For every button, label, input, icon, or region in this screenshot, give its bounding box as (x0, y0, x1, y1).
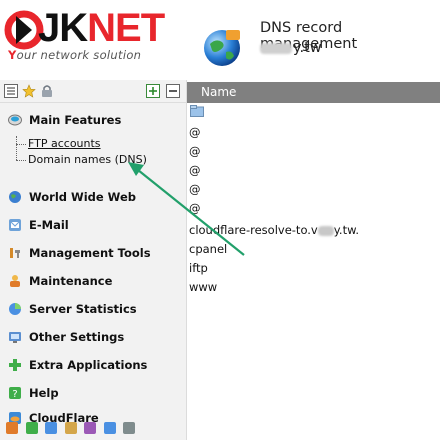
dns-record-row[interactable]: @ (189, 163, 201, 177)
dns-record-row[interactable]: iftp (189, 261, 208, 275)
dns-record-row[interactable]: cpanel (189, 242, 227, 256)
help-icon: ? (9, 387, 21, 400)
sidebar-section-label: Help (29, 386, 59, 400)
bottom-quick-icons (6, 422, 139, 436)
sidebar-section-extra-applications[interactable]: Extra Applications (0, 353, 186, 377)
sidebar-section-main-features[interactable]: Main Features (0, 108, 186, 132)
sidebar-section-server-statistics[interactable]: Server Statistics (0, 297, 186, 321)
quick-icon[interactable] (25, 422, 38, 434)
collapse-all-icon[interactable] (166, 84, 180, 98)
column-header-label: Name (201, 85, 237, 99)
tree-connector (16, 160, 26, 161)
tools-icon (10, 248, 20, 258)
name-column-header[interactable]: Name (187, 82, 440, 103)
maintenance-icon (10, 275, 20, 287)
dns-record-row[interactable]: cloudflare-resolve-to.v y.tw. (189, 223, 359, 237)
web-icon (9, 191, 21, 203)
redacted-text (317, 225, 334, 236)
folder-icon[interactable] (190, 105, 204, 117)
app-header: JKNET Your network solution DNS record m… (0, 0, 440, 80)
redacted-text (260, 42, 292, 54)
lock-icon[interactable] (40, 84, 54, 98)
quick-icon[interactable] (64, 422, 77, 434)
tree-connector (16, 136, 17, 160)
sidebar-item-domain-names-dns[interactable]: Domain names (DNS) (28, 153, 147, 166)
settings-icon (9, 332, 21, 343)
sidebar-section-label: Extra Applications (29, 358, 148, 372)
quick-icon[interactable] (84, 422, 96, 434)
jknet-logo[interactable]: JKNET Your network solution (4, 6, 188, 62)
list-view-icon[interactable] (4, 84, 18, 98)
sidebar-section-label: Other Settings (29, 330, 125, 344)
sidebar-section-label: Server Statistics (29, 302, 137, 316)
sidebar-section-maintenance[interactable]: Maintenance (0, 269, 186, 293)
logo-wordmark: JKNET (38, 6, 165, 50)
dns-record-row[interactable]: @ (189, 144, 201, 158)
sidebar-section-label: E-Mail (29, 218, 69, 232)
quick-icon[interactable] (123, 422, 135, 434)
sidebar-section-label: Main Features (29, 113, 122, 127)
dns-record-row[interactable]: @ (189, 125, 201, 139)
mail-icon (9, 219, 21, 231)
sidebar-section-e-mail[interactable]: E-Mail (0, 213, 186, 237)
quick-icon[interactable] (103, 422, 116, 434)
sidebar: Main Features FTP accounts Domain names … (0, 80, 187, 440)
favorites-star-icon[interactable] (22, 84, 36, 98)
sidebar-section-management-tools[interactable]: Management Tools (0, 241, 186, 265)
dns-record-row[interactable]: www (189, 280, 217, 294)
domain-name: y.tw (260, 40, 322, 56)
dns-record-row[interactable]: @ (189, 182, 201, 196)
sidebar-section-label: Management Tools (29, 246, 151, 260)
expand-all-icon[interactable] (146, 84, 160, 98)
sidebar-section-help[interactable]: ? Help (0, 381, 186, 405)
dns-globe-icon (204, 30, 240, 66)
sidebar-section-label: Maintenance (29, 274, 113, 288)
sidebar-item-ftp-accounts[interactable]: FTP accounts (28, 137, 101, 150)
svg-text:?: ? (12, 389, 17, 400)
sidebar-section-label: World Wide Web (29, 190, 136, 204)
sidebar-section-other-settings[interactable]: Other Settings (0, 325, 186, 349)
apps-icon (9, 359, 21, 371)
dns-record-row[interactable]: @ (189, 201, 201, 215)
logo-tagline: Your network solution (8, 48, 142, 62)
quick-icon[interactable] (6, 422, 18, 434)
stats-icon (9, 303, 21, 315)
quick-icon[interactable] (45, 422, 57, 434)
sidebar-section-world-wide-web[interactable]: World Wide Web (0, 185, 186, 209)
dns-records-panel: Name @ @ @ @ @ cloudflare-resolve-to.v y.… (187, 80, 440, 440)
tree-connector (16, 144, 26, 145)
globe-icon (8, 114, 22, 126)
sidebar-toolbar (0, 80, 186, 103)
